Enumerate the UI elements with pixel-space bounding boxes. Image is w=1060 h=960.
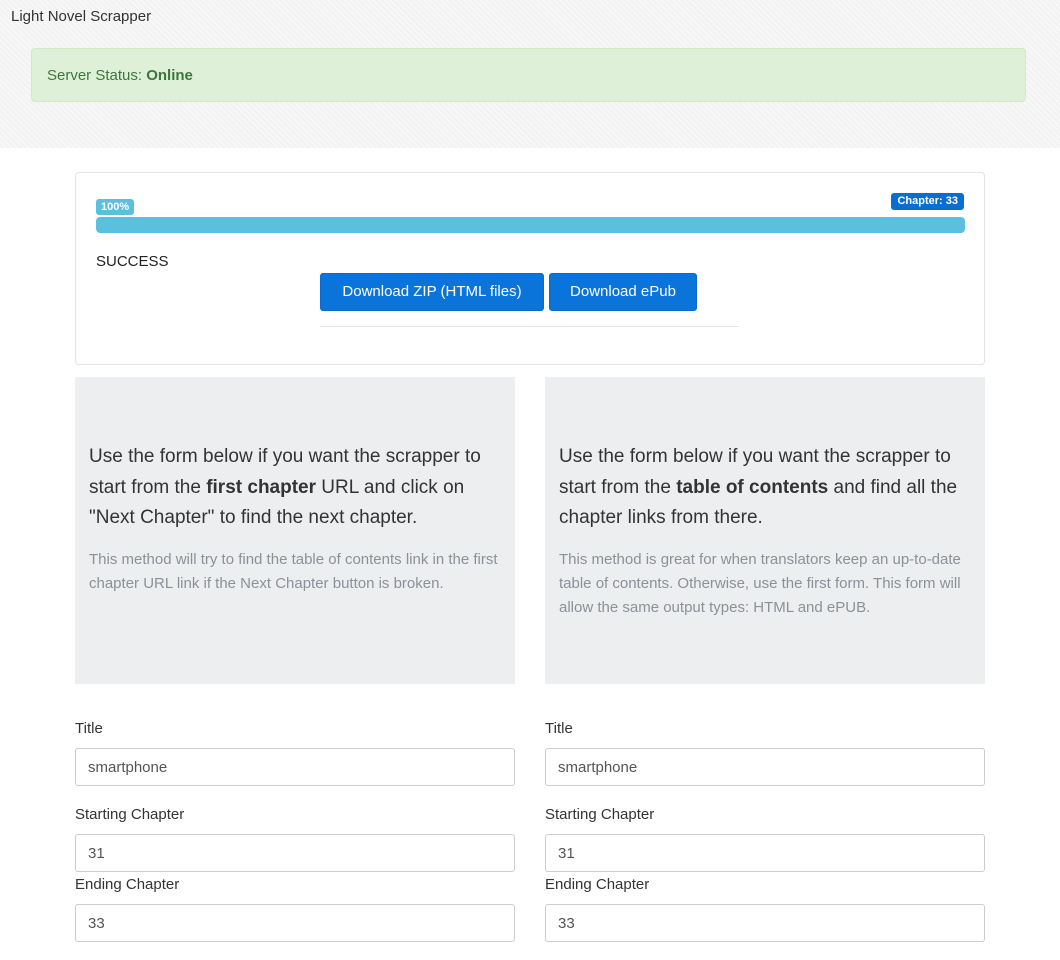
starting-chapter-input[interactable]	[545, 834, 985, 872]
server-status-label: Server Status:	[47, 67, 143, 84]
app-brand[interactable]: Light Novel Scrapper	[11, 8, 151, 25]
first-chapter-method-lead: Use the form below if you want the scrap…	[89, 442, 501, 534]
server-status-value: Online	[146, 67, 193, 84]
title-label: Title	[75, 720, 103, 737]
lead-emphasis: first chapter	[206, 476, 317, 498]
divider	[320, 326, 739, 327]
progress-percent-badge: 100%	[96, 199, 135, 215]
server-status-alert: Server Status: Online	[31, 48, 1026, 102]
first-chapter-method-note: This method will try to find the table o…	[89, 550, 498, 592]
ending-chapter-label: Ending Chapter	[545, 876, 650, 893]
toc-method-note: This method is great for when translator…	[559, 550, 961, 616]
starting-chapter-label: Starting Chapter	[75, 806, 185, 823]
starting-chapter-label: Starting Chapter	[545, 806, 655, 823]
download-epub-button[interactable]: Download ePub	[549, 273, 697, 311]
toc-method-lead: Use the form below if you want the scrap…	[559, 442, 971, 534]
toc-method-panel: Use the form below if you want the scrap…	[545, 377, 985, 684]
header-band: Light Novel Scrapper Server Status: Onli…	[0, 0, 1060, 148]
job-status-text: SUCCESS	[96, 253, 169, 270]
progress-card: 100% Chapter: 33 SUCCESS Download ZIP (H…	[75, 172, 985, 365]
download-zip-button[interactable]: Download ZIP (HTML files)	[320, 273, 544, 311]
current-chapter-badge: Chapter: 33	[891, 193, 964, 210]
title-input[interactable]	[545, 748, 985, 786]
title-label: Title	[545, 720, 573, 737]
first-chapter-method-panel: Use the form below if you want the scrap…	[75, 377, 515, 684]
ending-chapter-label: Ending Chapter	[75, 876, 180, 893]
starting-chapter-input[interactable]	[75, 834, 515, 872]
progress-bar	[96, 217, 965, 233]
progress-bar-fill	[96, 217, 965, 233]
ending-chapter-input[interactable]	[545, 904, 985, 942]
title-input[interactable]	[75, 748, 515, 786]
ending-chapter-input[interactable]	[75, 904, 515, 942]
lead-emphasis: table of contents	[676, 476, 829, 498]
